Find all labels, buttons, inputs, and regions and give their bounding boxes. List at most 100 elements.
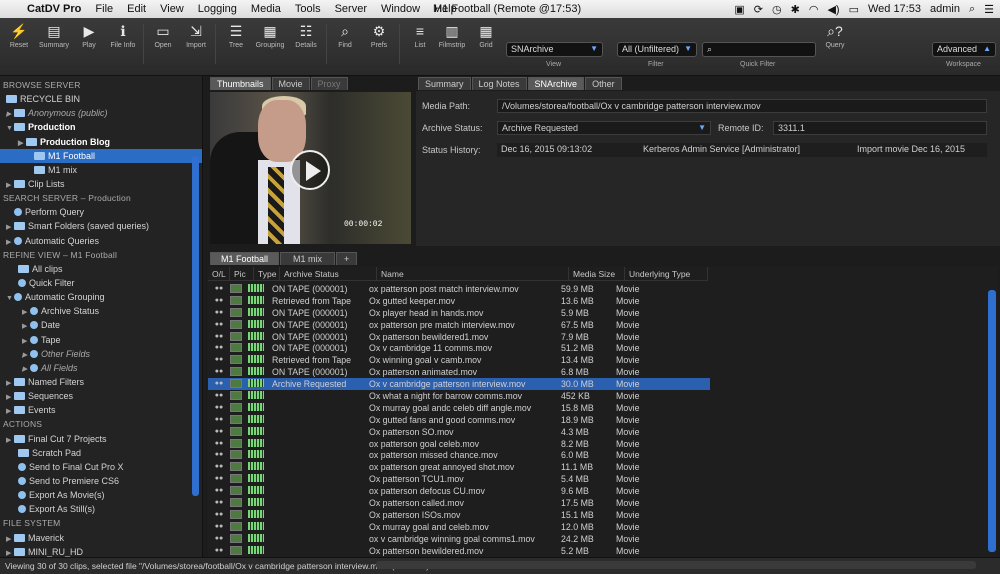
- quick-filter-input[interactable]: ⌕: [702, 42, 816, 57]
- notification-center-icon[interactable]: ☰: [984, 3, 994, 16]
- column-header-ol[interactable]: O/L: [208, 267, 230, 280]
- workspace-select[interactable]: Advanced ▲: [932, 42, 996, 57]
- table-row[interactable]: ●● ox patterson defocus CU.mov 9.6 MB Movie: [208, 485, 998, 497]
- menu-server[interactable]: Server: [328, 3, 374, 15]
- table-scrollbar[interactable]: [988, 290, 996, 552]
- table-row[interactable]: ●● ox patterson great annoyed shot.mov 11.…: [208, 461, 998, 473]
- sidebar-item-events[interactable]: ▶ Events: [0, 403, 202, 417]
- sidebar-item-scratch-pad[interactable]: Scratch Pad: [0, 446, 202, 460]
- list-view-button[interactable]: ≡ List: [403, 22, 437, 49]
- file-info-button[interactable]: ℹ File Info: [106, 22, 140, 49]
- sidebar-item-clip-lists[interactable]: ▶ Clip Lists: [0, 177, 202, 191]
- user-menu[interactable]: admin: [930, 3, 960, 15]
- tab-log-notes[interactable]: Log Notes: [471, 77, 527, 90]
- import-button[interactable]: ⇲ Import: [179, 22, 213, 49]
- sidebar-item-send-premiere[interactable]: Send to Premiere CS6: [0, 474, 202, 488]
- details-button[interactable]: ☷ Details: [289, 22, 323, 49]
- table-row[interactable]: ●● ON TAPE (000001) Ox v cambridge 11 comm…: [208, 342, 998, 354]
- table-row[interactable]: ●● Archive Requested Ox v cambridge patter…: [208, 378, 710, 391]
- sidebar-item-perform-query[interactable]: Perform Query: [0, 205, 202, 219]
- menu-window[interactable]: Window: [374, 3, 427, 15]
- archive-status-select[interactable]: Archive Requested ▼: [497, 121, 711, 135]
- column-header-type[interactable]: Type: [254, 267, 280, 280]
- table-row[interactable]: ●● Ox murray goal and celeb.mov 12.0 MB Mov…: [208, 521, 998, 533]
- table-row[interactable]: ●● Ox murray goal andc celeb diff angle.m…: [208, 402, 998, 414]
- sync-icon[interactable]: ⟳: [754, 3, 763, 16]
- sidebar-item-production-blog[interactable]: ▶ Production Blog: [0, 135, 202, 149]
- sidebar-item-automatic-queries[interactable]: ▶ Automatic Queries: [0, 234, 202, 248]
- filter-select[interactable]: All (Unfiltered) ▼: [617, 42, 697, 57]
- menu-media[interactable]: Media: [244, 3, 288, 15]
- play-overlay-icon[interactable]: [290, 150, 330, 190]
- column-header-underlying-type[interactable]: Underlying Type: [625, 267, 708, 280]
- table-row[interactable]: ●● Ox patterson SO.mov 4.3 MB Movie: [208, 426, 998, 438]
- table-row[interactable]: ●● ON TAPE (000001) ox patterson post matc…: [208, 283, 998, 295]
- tab-proxy[interactable]: Proxy: [310, 77, 348, 90]
- sidebar-item-quick-filter[interactable]: Quick Filter: [0, 276, 202, 290]
- find-button[interactable]: ⌕ Find: [328, 22, 362, 49]
- sidebar-item-production[interactable]: ▼ Production: [0, 120, 202, 134]
- media-path-field[interactable]: /Volumes/storea/football/Ox v cambridge …: [497, 99, 987, 113]
- sidebar-item-date[interactable]: ▶ Date: [0, 318, 202, 332]
- sidebar-item-send-fcpx[interactable]: Send to Final Cut Pro X: [0, 460, 202, 474]
- view-select[interactable]: SNArchive ▼: [506, 42, 603, 57]
- menu-tools[interactable]: Tools: [288, 3, 328, 15]
- horizontal-scrollbar[interactable]: [376, 561, 976, 569]
- sidebar-item-export-movies[interactable]: Export As Movie(s): [0, 488, 202, 502]
- sidebar-item-m1-mix[interactable]: M1 mix: [0, 163, 202, 177]
- sidebar-item-automatic-grouping[interactable]: ▼ Automatic Grouping: [0, 290, 202, 304]
- clock[interactable]: Wed 17:53: [868, 3, 921, 15]
- column-header-name[interactable]: Name: [377, 267, 569, 280]
- sidebar-item-tape[interactable]: ▶ Tape: [0, 333, 202, 347]
- table-row[interactable]: ●● ON TAPE (000001) ox patterson pre match…: [208, 319, 998, 331]
- video-preview[interactable]: 00:00:02: [210, 92, 411, 244]
- sidebar-item-maverick[interactable]: ▶ Maverick: [0, 531, 202, 545]
- menu-view[interactable]: View: [153, 3, 191, 15]
- tree-button[interactable]: ☰ Tree: [219, 22, 253, 49]
- sidebar-item-archive-status[interactable]: ▶ Archive Status: [0, 304, 202, 318]
- reset-button[interactable]: ⚡ Reset: [2, 22, 36, 49]
- summary-button[interactable]: ▤ Summary: [37, 22, 71, 49]
- tab-movie[interactable]: Movie: [271, 77, 310, 90]
- table-row[interactable]: ●● ON TAPE (000001) Ox player head in hand…: [208, 307, 998, 319]
- tab-m1-mix[interactable]: M1 mix: [280, 252, 336, 265]
- column-header-archive-status[interactable]: Archive Status: [280, 267, 377, 280]
- sidebar-item-final-cut-7[interactable]: ▶ Final Cut 7 Projects: [0, 432, 202, 446]
- tab-other[interactable]: Other: [585, 77, 622, 90]
- grouping-button[interactable]: ▦ Grouping: [253, 22, 287, 49]
- table-row[interactable]: ●● Retrieved from Tape Ox winning goal v c…: [208, 354, 998, 366]
- sidebar-item-named-filters[interactable]: ▶ Named Filters: [0, 375, 202, 389]
- prefs-button[interactable]: ⚙ Prefs: [362, 22, 396, 49]
- tab-m1-football[interactable]: M1 Football: [210, 252, 280, 265]
- sidebar-item-all-clips[interactable]: All clips: [0, 262, 202, 276]
- table-row[interactable]: ●● ox v cambridge winning goal comms1.mov…: [208, 533, 998, 545]
- sidebar-item-smart-folders[interactable]: ▶ Smart Folders (saved queries): [0, 219, 202, 233]
- filmstrip-view-button[interactable]: ▥ Filmstrip: [435, 22, 469, 49]
- tab-snarchive[interactable]: SNArchive: [527, 77, 585, 90]
- battery-icon[interactable]: ▭: [849, 3, 859, 16]
- table-row[interactable]: ●● Retrieved from Tape Ox gutted keeper.mo…: [208, 295, 998, 307]
- menu-edit[interactable]: Edit: [120, 3, 153, 15]
- menu-file[interactable]: File: [88, 3, 120, 15]
- add-tab-button[interactable]: +: [336, 252, 358, 265]
- open-button[interactable]: ▭ Open: [146, 22, 180, 49]
- status-menu-icon[interactable]: ▣: [734, 3, 744, 16]
- tab-summary[interactable]: Summary: [418, 77, 471, 90]
- column-header-media-size[interactable]: Media Size: [569, 267, 625, 280]
- table-row[interactable]: ●● Ox what a night for barrow comms.mov 45…: [208, 390, 998, 402]
- remote-id-field[interactable]: 3311.1: [773, 121, 987, 135]
- bluetooth-icon[interactable]: ✱: [791, 3, 800, 16]
- sidebar-item-mini[interactable]: ▶ MINI_RU_HD: [0, 545, 202, 557]
- time-machine-icon[interactable]: ◷: [772, 3, 782, 16]
- table-row[interactable]: ●● Ox patterson ISOs.mov 15.1 MB Movie: [208, 509, 998, 521]
- sidebar-item-m1-football[interactable]: M1 Football: [0, 148, 202, 163]
- wifi-icon[interactable]: ◠: [809, 3, 819, 16]
- table-row[interactable]: ●● Ox patterson TCU1.mov 5.4 MB Movie: [208, 473, 998, 485]
- volume-icon[interactable]: ◀): [827, 3, 839, 16]
- play-button[interactable]: ▶ Play: [72, 22, 106, 49]
- sidebar-item-recycle-bin[interactable]: RECYCLE BIN: [0, 92, 202, 106]
- table-row[interactable]: ●● Ox gutted fans and good comms.mov 18.9 …: [208, 414, 998, 426]
- table-row[interactable]: ●● ON TAPE (000001) Ox patterson bewildere…: [208, 331, 998, 343]
- table-row[interactable]: ●● ox patterson missed chance.mov 6.0 MB Mo…: [208, 449, 998, 461]
- sidebar-item-sequences[interactable]: ▶ Sequences: [0, 389, 202, 403]
